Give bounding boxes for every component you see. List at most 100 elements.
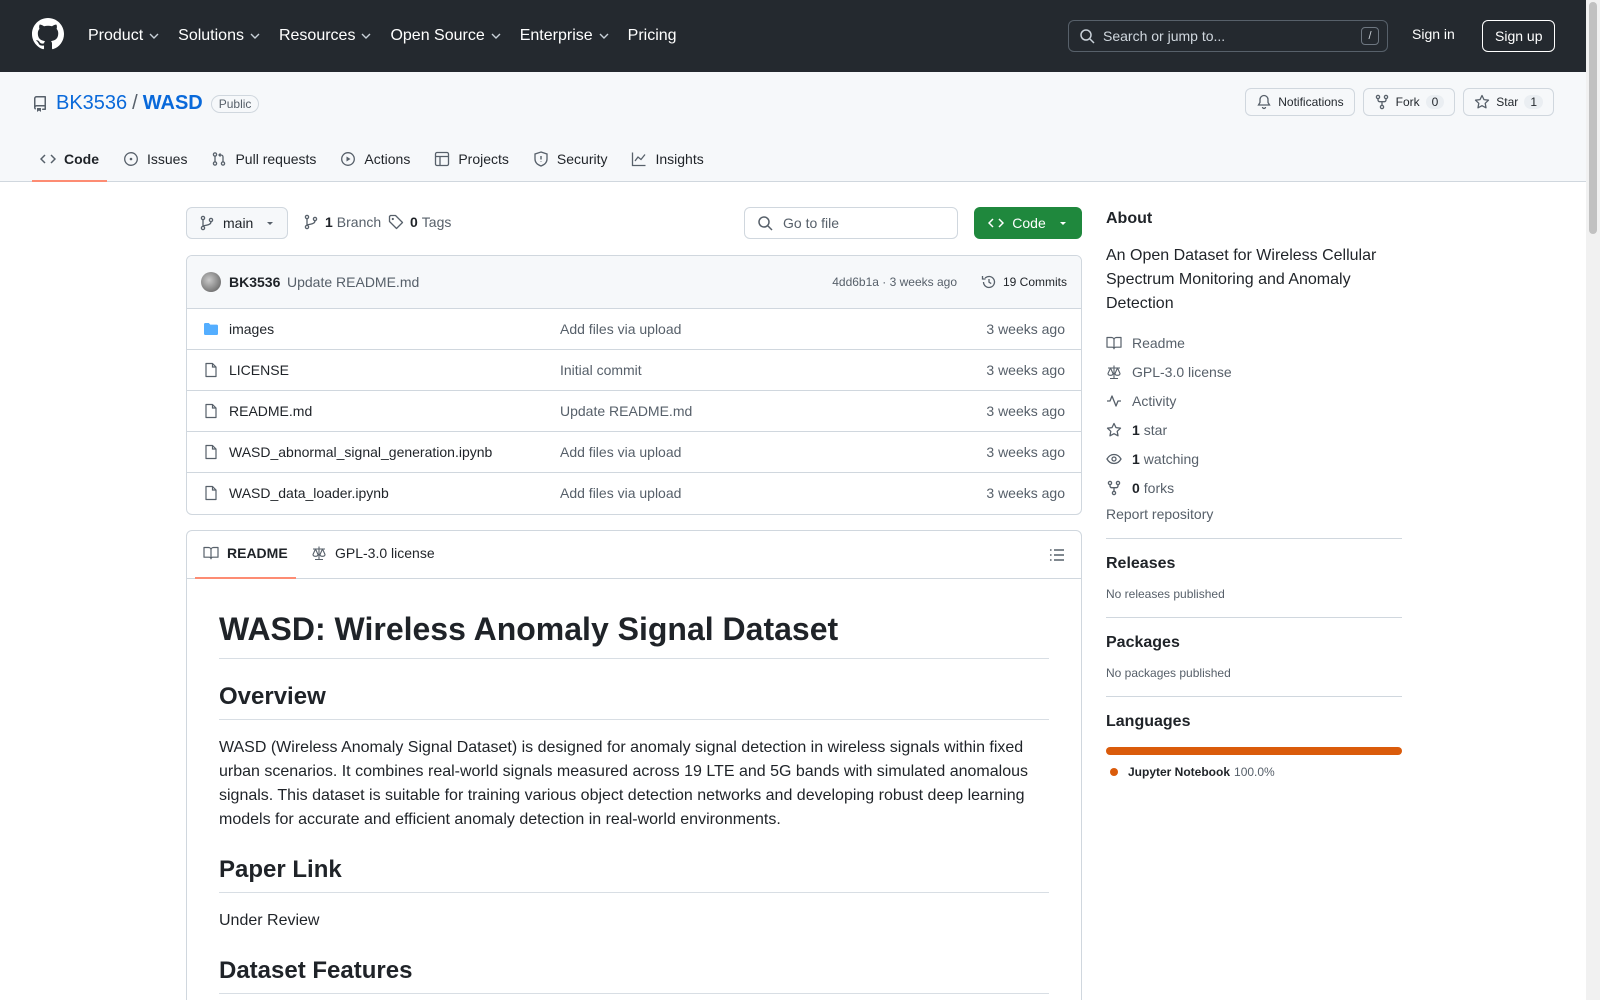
language-percent: 100.0% [1234,765,1275,779]
tab-code[interactable]: Code [32,136,107,182]
go-to-file-input[interactable]: Go to file [744,207,958,239]
language-color-dot [1110,768,1118,776]
issue-icon [123,151,147,167]
license-link[interactable]: GPL-3.0 license [1106,357,1402,386]
tab-actions[interactable]: Actions [332,136,418,182]
nav-solutions[interactable]: Solutions [178,27,261,45]
pulse-icon [1106,393,1132,409]
search-icon [1079,28,1095,44]
file-row[interactable]: WASD_data_loader.ipynb Add files via upl… [187,473,1081,514]
tab-issues[interactable]: Issues [115,136,195,182]
file-name[interactable]: images [229,321,274,337]
languages-heading: Languages [1106,713,1191,730]
global-search-input[interactable]: Search or jump to... / [1068,20,1388,52]
file-date: 3 weeks ago [986,362,1065,378]
packages-heading[interactable]: Packages [1106,634,1402,652]
fork-count: 0 [1425,95,1445,109]
file-name[interactable]: WASD_abnormal_signal_generation.ipynb [229,444,492,460]
tab-insights[interactable]: Insights [623,136,711,182]
file-row[interactable]: WASD_abnormal_signal_generation.ipynb Ad… [187,432,1081,473]
scrollbar-thumb[interactable] [1589,2,1597,234]
file-name[interactable]: README.md [229,403,312,419]
file-icon [203,403,219,419]
file-row[interactable]: images Add files via upload 3 weeks ago [187,309,1081,350]
file-commit-message[interactable]: Initial commit [560,362,642,378]
commit-author[interactable]: BK3536 [229,274,280,290]
nav-enterprise[interactable]: Enterprise [520,27,610,45]
file-name[interactable]: WASD_data_loader.ipynb [229,485,389,501]
forks-link[interactable]: 0 forks [1106,473,1402,502]
commits-link[interactable]: 19 Commits [981,274,1067,290]
fork-icon [1374,94,1396,110]
nav-product[interactable]: Product [88,27,160,45]
stars-link[interactable]: 1 star [1106,415,1402,444]
list-icon[interactable] [1049,547,1065,563]
sign-up-button[interactable]: Sign up [1482,20,1556,52]
language-item[interactable]: Jupyter Notebook 100.0% [1106,765,1402,779]
page-scrollbar[interactable] [1586,0,1600,1000]
pull-request-icon [211,151,235,167]
folder-icon [203,321,219,337]
file-row[interactable]: README.md Update README.md 3 weeks ago [187,391,1081,432]
chevron-down-icon [148,30,160,42]
paper-text: Under Review [219,912,320,929]
repo-owner-link[interactable]: BK3536 [56,92,127,115]
code-button[interactable]: Code [974,207,1082,239]
branch-label: Branch [336,214,382,230]
nav-resources[interactable]: Resources [279,27,372,45]
nav-pricing[interactable]: Pricing [628,27,677,45]
tab-security[interactable]: Security [525,136,616,182]
language-name: Jupyter Notebook [1128,765,1231,779]
file-name[interactable]: LICENSE [229,362,289,378]
github-logo-icon[interactable] [32,18,64,50]
code-icon [40,151,64,167]
branch-name: main [223,215,254,231]
tags-link[interactable]: 0 Tags [388,214,451,230]
file-icon [203,362,219,378]
commit-sha-time[interactable]: 4dd6b1a · 3 weeks ago [832,275,957,289]
graph-icon [631,151,655,167]
branch-select[interactable]: main [186,207,289,239]
file-commit-message[interactable]: Update README.md [560,403,692,419]
report-repository-link[interactable]: Report repository [1106,506,1402,522]
notifications-button[interactable]: Notifications [1245,88,1355,116]
file-commit-message[interactable]: Add files via upload [560,485,681,501]
global-nav: Product Solutions Resources Open Source … [88,0,695,72]
watchers-link[interactable]: 1 watching [1106,444,1402,473]
commit-message[interactable]: Update README.md [287,274,419,290]
about-heading: About [1106,210,1153,227]
caret-down-icon [265,218,275,228]
star-icon [1106,422,1132,438]
star-button[interactable]: Star 1 [1463,88,1554,116]
tab-pull-requests[interactable]: Pull requests [203,136,324,182]
file-date: 3 weeks ago [986,444,1065,460]
file-browser: BK3536 Update README.md 4dd6b1a · 3 week… [186,255,1082,515]
nav-open-source[interactable]: Open Source [390,27,501,45]
active-tab-indicator [195,577,296,579]
sign-in-link[interactable]: Sign in [1412,26,1455,42]
activity-link[interactable]: Activity [1106,386,1402,415]
branch-count: 1 [325,214,333,230]
readme-link[interactable]: Readme [1106,328,1402,357]
repo-name-link[interactable]: WASD [143,92,203,115]
releases-heading[interactable]: Releases [1106,555,1402,573]
heading-paper-link: Paper Link [219,856,1049,893]
tab-projects[interactable]: Projects [426,136,517,182]
avatar[interactable] [201,272,221,292]
file-row[interactable]: LICENSE Initial commit 3 weeks ago [187,350,1081,391]
tab-readme[interactable]: README [203,545,288,561]
branches-link[interactable]: 1 Branch [303,214,381,230]
divider [1106,538,1402,539]
book-icon [1106,335,1132,351]
global-header: Product Solutions Resources Open Source … [0,0,1586,72]
chevron-down-icon [360,30,372,42]
about-links: Readme GPL-3.0 license Activity 1 star 1w… [1106,328,1402,502]
file-commit-message[interactable]: Add files via upload [560,444,681,460]
eye-icon [1106,451,1132,467]
code-icon [988,215,1005,231]
tab-license[interactable]: GPL-3.0 license [311,545,435,561]
fork-button[interactable]: Fork 0 [1362,88,1456,116]
file-commit-message[interactable]: Add files via upload [560,321,681,337]
repo-title: BK3536 / WASD Public [32,92,260,115]
caret-down-icon [1058,218,1068,228]
